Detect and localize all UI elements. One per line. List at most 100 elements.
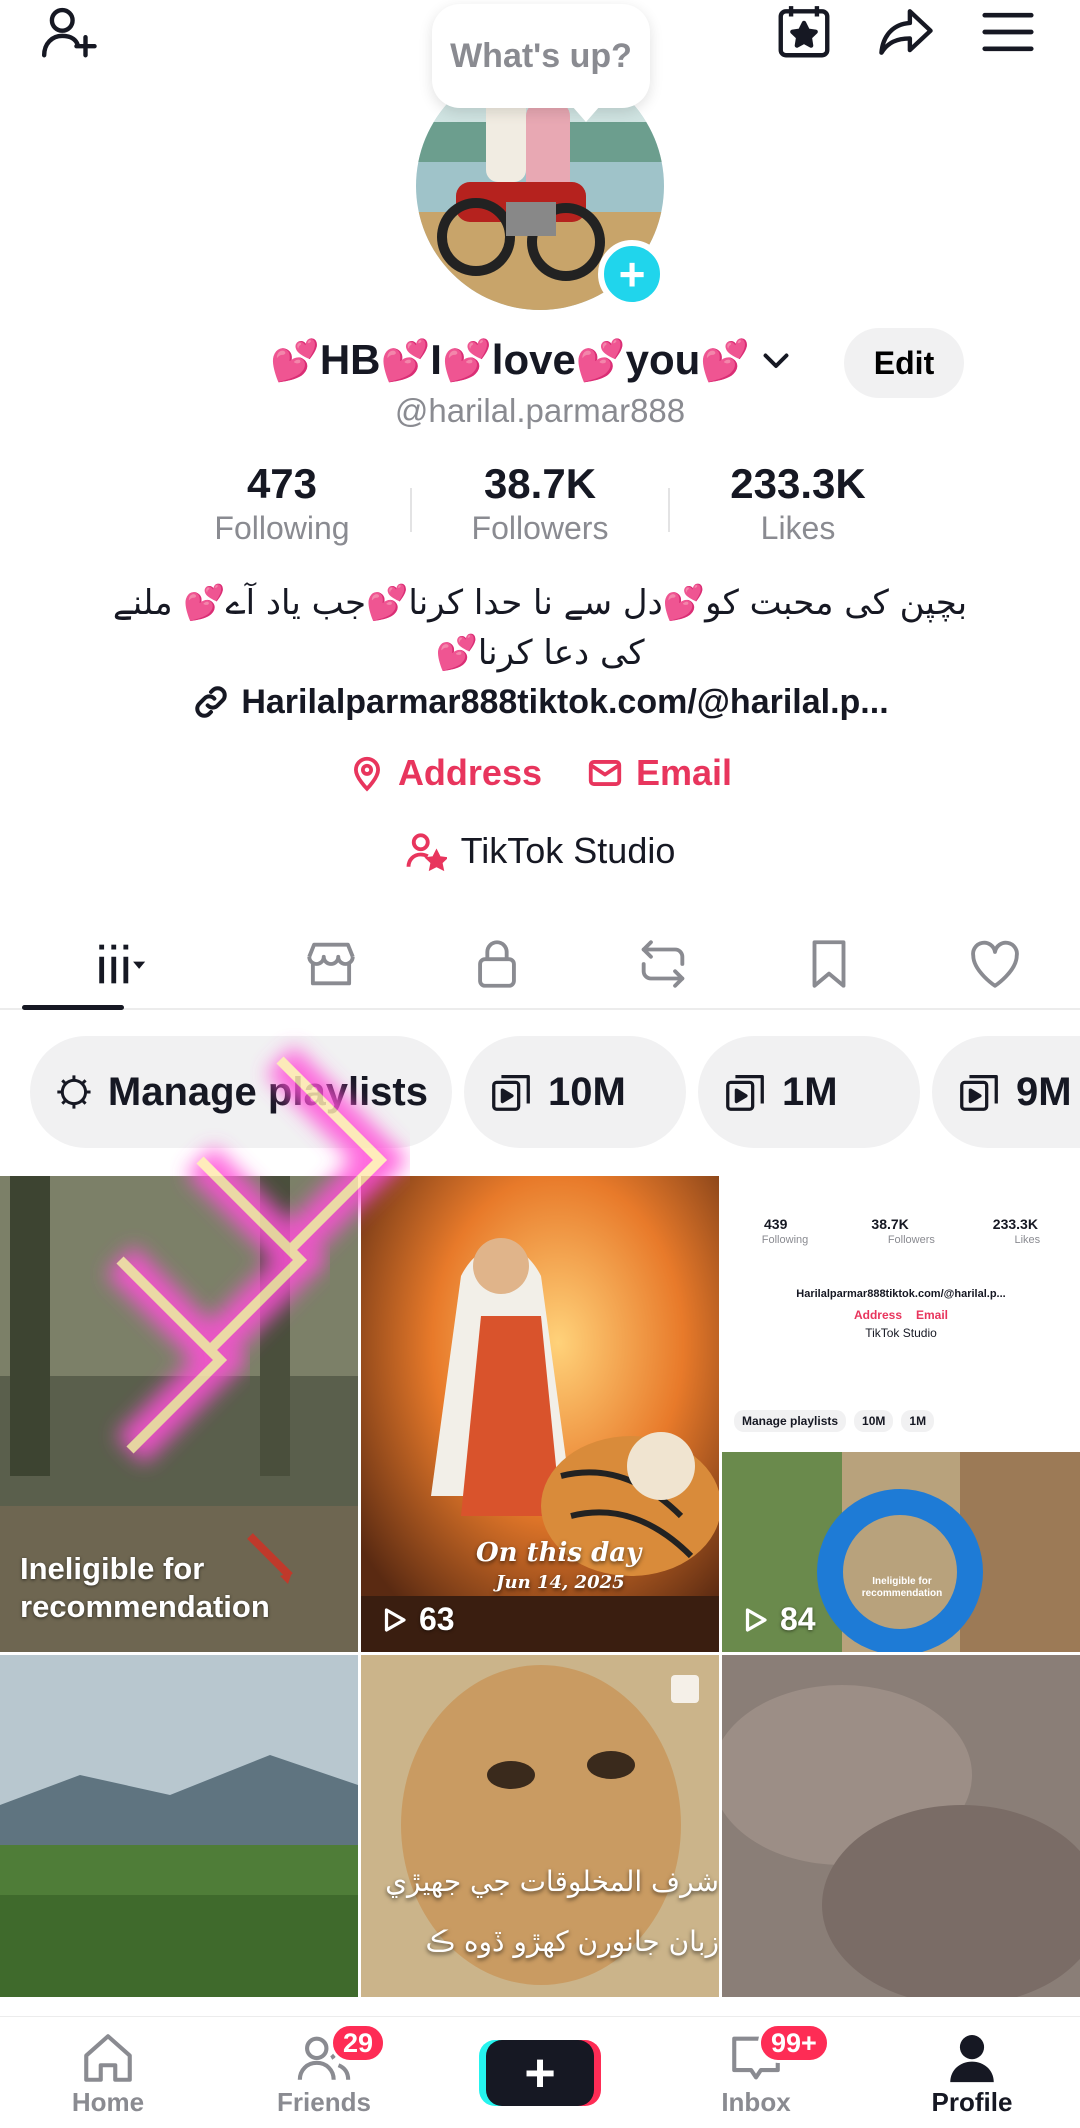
mini-contact: Address Email (722, 1308, 1080, 1322)
create-button[interactable]: + (432, 2017, 648, 2128)
profile-name[interactable]: 💕 HB 💕 I 💕 love 💕 you 💕 (270, 328, 794, 392)
location-pin-icon (353, 756, 380, 792)
tab-reposts[interactable] (580, 920, 746, 1008)
heart-emoji: 💕 (575, 338, 626, 383)
chip-label: Manage playlists (107, 1069, 428, 1114)
on-this-day-title: On this day (476, 1538, 642, 1568)
playlist-icon (492, 1075, 530, 1111)
view-count-text: 84 (780, 1601, 816, 1637)
heart-emoji: 💕 (700, 338, 751, 383)
profile-link[interactable]: Harilalparmar888tiktok.com/@harilal.p... (0, 682, 1080, 722)
plus-icon: + (486, 2040, 594, 2106)
edit-profile-button[interactable]: Edit (844, 328, 964, 398)
mini-address: Address (853, 1308, 902, 1322)
stat-label: Likes (760, 510, 836, 546)
playlist-chip[interactable]: 10M (464, 1036, 686, 1148)
tiktok-studio-button[interactable]: TikTok Studio (0, 830, 1080, 872)
mini-stats: 439 38.7K 233.3K (722, 1216, 1080, 1232)
videos-grid-icon (99, 944, 146, 984)
mini-caption: Ineligible for recommendation (861, 1576, 943, 1599)
thumbnail-image (0, 1655, 358, 1997)
chip-label: 9M (1016, 1069, 1072, 1114)
video-thumbnail[interactable]: 439 38.7K 233.3K Following Followers Lik… (722, 1176, 1080, 1652)
repost-icon (641, 940, 685, 988)
nav-label: Home (71, 2086, 145, 2117)
mini-stat-label: Likes (1014, 1234, 1041, 1246)
stat-following[interactable]: 473 Following (154, 460, 410, 547)
bookmark-icon (812, 940, 846, 988)
tab-shop[interactable] (248, 920, 414, 1008)
stat-likes[interactable]: 233.3K Likes (670, 460, 926, 547)
calendar-star-button[interactable] (764, 0, 844, 64)
nav-inbox[interactable]: Inbox 99+ (648, 2017, 864, 2128)
play-icon (384, 1607, 406, 1632)
notification-badge: 99+ (758, 2023, 830, 2063)
share-profile-button[interactable] (866, 0, 946, 64)
mini-stat: 439 (764, 1216, 788, 1232)
studio-label: TikTok Studio (460, 830, 676, 871)
stat-value: 233.3K (730, 460, 866, 507)
mini-chips: Manage playlists 10M 1M (734, 1410, 935, 1432)
tab-liked[interactable] (912, 920, 1078, 1008)
playlist-chip[interactable]: 9M (932, 1036, 1080, 1148)
on-this-day-date: Jun 14, 2025 (496, 1572, 625, 1593)
name-part: HB (319, 336, 381, 383)
chip-label: 1M (782, 1069, 838, 1114)
address-button[interactable]: Address (348, 752, 542, 794)
shop-icon (307, 942, 355, 986)
heart-emoji: 💕 (270, 338, 320, 383)
address-label: Address (397, 752, 542, 793)
manage-playlists-chip[interactable]: Manage playlists (30, 1036, 452, 1148)
mini-stat-labels: Following Followers Likes (722, 1234, 1080, 1246)
bio[interactable]: بچپن کی محبت کو💕دل سے نا حدا کرنا💕جب یاد… (100, 578, 980, 678)
gear-icon (57, 1075, 91, 1109)
play-icon (745, 1607, 767, 1632)
chip-label: 10M (548, 1069, 626, 1114)
view-count-text: 63 (419, 1601, 455, 1637)
stat-followers[interactable]: 38.7K Followers (412, 460, 668, 547)
heart-emoji: 💕 (441, 338, 492, 383)
mini-stat: 233.3K (992, 1216, 1038, 1232)
nav-friends[interactable]: Friends 29 (216, 2017, 432, 2128)
mini-link: Harilalparmar888tiktok.com/@harilal.p... (796, 1288, 1006, 1300)
mini-stat: 38.7K (871, 1216, 909, 1232)
video-thumbnail[interactable]: شرف المخلوقات جي جهيڙي زبان جانورن کهڙو … (361, 1655, 719, 1997)
video-caption: شرف المخلوقات جي جهيڙي (385, 1865, 719, 1898)
chevron-down-icon[interactable] (758, 342, 794, 378)
status-bubble[interactable]: What's up? (432, 4, 650, 122)
view-count: 84 (740, 1601, 816, 1638)
share-icon (879, 9, 933, 55)
heart-icon (971, 940, 1019, 988)
calendar-star-icon (778, 6, 830, 58)
video-thumbnail[interactable]: Ineligible for recommendation (0, 1176, 358, 1652)
home-icon (84, 2033, 132, 2082)
mini-chip: 10M (854, 1410, 894, 1432)
playlist-icon (726, 1075, 764, 1111)
email-button[interactable]: Email (586, 752, 732, 794)
video-caption: زبان جانورن کهڙو ڏوه ڪ (425, 1925, 719, 1958)
lock-icon (478, 940, 516, 988)
nav-label: Friends (277, 2086, 371, 2117)
profile-icon (950, 2034, 994, 2082)
content-tabs (0, 920, 1080, 1010)
tab-private[interactable] (414, 920, 580, 1008)
add-story-button[interactable]: + (598, 240, 666, 308)
mini-chip: Manage playlists (734, 1410, 847, 1432)
envelope-icon (588, 760, 622, 786)
tab-saved[interactable] (746, 920, 912, 1008)
bottom-navigation: Home Friends 29 + Inbox 99+ Profile (0, 2016, 1080, 2128)
notification-badge: 29 (330, 2023, 387, 2063)
name-part: love (491, 336, 576, 383)
video-thumbnail[interactable]: On this day Jun 14, 2025 63 (361, 1176, 719, 1652)
add-friend-button[interactable] (30, 0, 110, 64)
playlist-chip[interactable]: 1M (698, 1036, 920, 1148)
nav-profile[interactable]: Profile (864, 2017, 1080, 2128)
video-thumbnail[interactable] (0, 1655, 358, 1997)
nav-home[interactable]: Home (0, 2017, 216, 2128)
link-icon (195, 686, 228, 718)
person-star-icon (406, 833, 447, 872)
video-thumbnail[interactable] (722, 1655, 1080, 1997)
menu-button[interactable] (968, 0, 1048, 64)
tab-videos[interactable] (0, 920, 248, 1010)
heart-emoji: 💕 (380, 338, 431, 383)
